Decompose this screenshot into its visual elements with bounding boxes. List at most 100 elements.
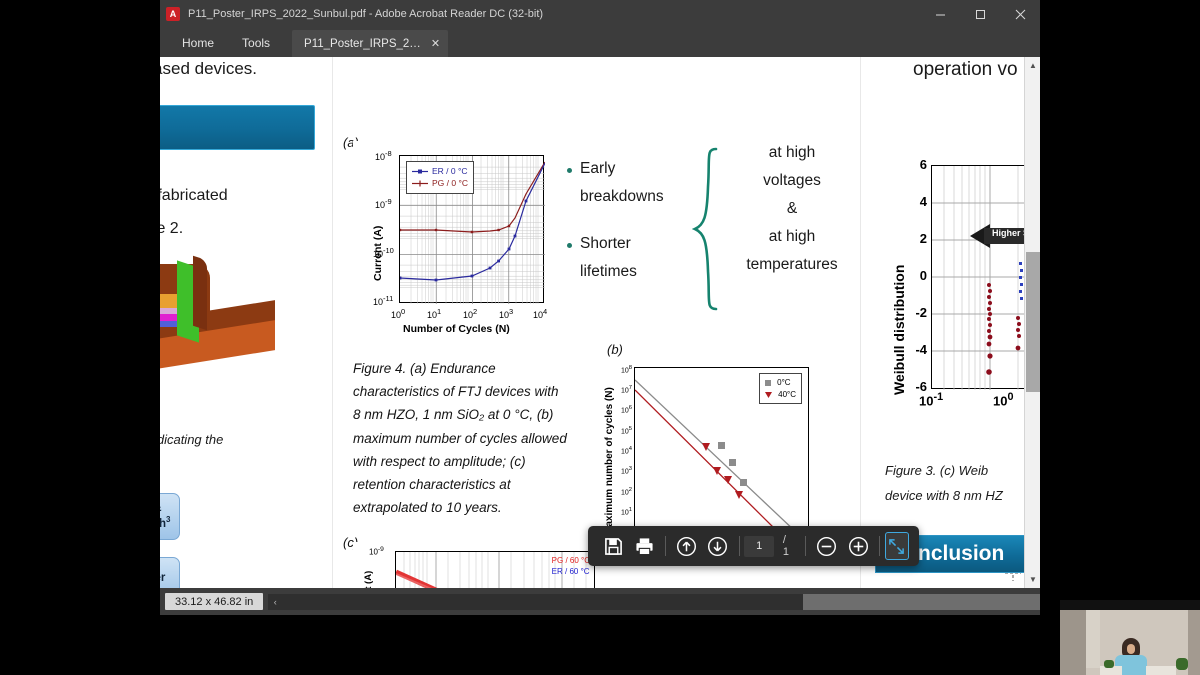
pdf-page: D)-based devices. ) are fabricated Figur… — [160, 57, 1024, 588]
figure4b-points-0c — [718, 442, 747, 486]
acrobat-window: A P11_Poster_IRPS_2022_Sunbul.pdf - Adob… — [160, 0, 1040, 615]
horizontal-scrollbar[interactable]: ‹ — [268, 593, 1040, 610]
callout-bullet-2-line2: lifetimes — [580, 263, 637, 280]
left-text-line-3: Figure 2. — [160, 220, 184, 237]
callout-bullet-1-line2: breakdowns — [580, 188, 664, 205]
hscroll-left-icon[interactable]: ‹ — [268, 594, 282, 610]
figure4c-legend-er: ER / 60 °C — [551, 567, 590, 577]
webcam-bg-left — [1060, 610, 1086, 675]
figure4a-plot-area: ER / 0 °C PG / 0 °C — [399, 155, 545, 304]
toolbar-separator-1 — [665, 536, 667, 556]
minimize-button[interactable] — [920, 0, 960, 28]
toolbar-separator-4 — [878, 536, 880, 556]
zoom-in-icon[interactable] — [842, 531, 873, 561]
toolbar-separator-2 — [738, 536, 740, 556]
right-heading-partial: operation vo — [913, 59, 1018, 80]
callout-right-2: voltages — [763, 172, 821, 189]
figure3-caption-line-1: Figure 3. (c) Weib — [885, 463, 989, 478]
figure4b-plot-area: 0°C 40°C — [634, 367, 809, 533]
pdf-floating-toolbar: 1 / 1 — [588, 526, 919, 566]
bullet-icon-1 — [567, 168, 572, 173]
column-divider-right — [860, 57, 861, 588]
figure4a-legend-pg: PG / 0 °C — [432, 178, 468, 189]
webcam-bg-panel — [1086, 610, 1100, 668]
left-text-line-2: ) are fabricated — [160, 187, 228, 204]
window-controls — [920, 0, 1040, 28]
gate-side — [193, 255, 207, 331]
webcam-overlay[interactable] — [1060, 600, 1200, 675]
figure4-caption: Figure 4. (a) Endurance characteristics … — [353, 361, 567, 516]
poster-left-column: D)-based devices. ) are fabricated Figur… — [160, 57, 340, 588]
document-tab[interactable]: P11_Poster_IRPS_2… ✕ — [292, 30, 449, 57]
webcam-plant-left — [1104, 660, 1114, 668]
process-flow-diagram: neal & er Etch3 Spacer & Gate Etch — [160, 493, 180, 588]
figure3c-plot-area: Higher S — [931, 165, 1024, 390]
figure4b-legend-40c: 40°C — [778, 389, 796, 399]
figure4b-panel-label: (b) — [607, 342, 623, 357]
figure4b-legend-0c: 0°C — [777, 378, 791, 387]
presenter-face — [1127, 644, 1135, 654]
figure4c-plot-area: PG / 60 °C ER / 60 °C 10 years — [395, 551, 595, 588]
callout-right-5: temperatures — [746, 256, 838, 273]
left-text-line-1: D)-based devices. — [160, 59, 258, 78]
figure4a-legend: ER / 0 °C PG / 0 °C — [406, 161, 474, 194]
tab-bar: Home Tools P11_Poster_IRPS_2… ✕ — [160, 28, 1040, 57]
page-dimensions-label: 33.12 x 46.82 in — [165, 593, 264, 610]
figure4a-chart: Current (A) 10-8 10-9 10-10 10-11 ER / 0… — [353, 141, 558, 346]
callout-bullet-1-line1: Early — [580, 160, 616, 177]
figure4a-legend-er: ER / 0 °C — [432, 166, 468, 176]
section-header-bar — [160, 105, 315, 150]
flow-step-1[interactable]: neal & er Etch3 — [160, 493, 180, 540]
fit-page-icon[interactable] — [884, 532, 910, 560]
curly-brace-icon — [692, 147, 718, 311]
horizontal-scroll-thumb[interactable] — [803, 593, 1040, 610]
figure4b-fit-40c — [635, 389, 780, 533]
save-icon[interactable] — [598, 531, 629, 561]
figure3-caption-line-2: device with 8 nm HZ — [885, 488, 1003, 503]
print-icon[interactable] — [629, 531, 660, 561]
callout-block: Early breakdowns Shorter lifetimes at hi… — [567, 144, 847, 327]
window-title: P11_Poster_IRPS_2022_Sunbul.pdf - Adobe … — [188, 8, 544, 20]
scroll-down-icon[interactable]: ▼ — [1025, 571, 1040, 588]
page-number-input[interactable]: 1 — [744, 535, 774, 557]
device-structure-illustration: ly-Si TiN HZO SiO2 strate — [160, 252, 295, 374]
figure4a-xlabel: Number of Cycles (N) — [403, 323, 510, 335]
flow-step-1-line1: neal & — [160, 502, 162, 514]
flow-step-1-sup: 3 — [166, 515, 171, 525]
callout-right-4: at high — [768, 228, 816, 245]
scroll-up-icon[interactable]: ▲ — [1025, 57, 1040, 74]
close-button[interactable] — [1000, 0, 1040, 28]
figure4b-legend: 0°C 40°C — [759, 373, 802, 405]
bullet-icon-2 — [567, 243, 572, 248]
maximize-button[interactable] — [960, 0, 1000, 28]
arrow-down-icon[interactable] — [702, 531, 733, 561]
toolbar-separator-3 — [805, 536, 807, 556]
vertical-scroll-thumb[interactable] — [1026, 252, 1040, 392]
menu-home[interactable]: Home — [168, 28, 228, 57]
vertical-scrollbar[interactable]: ▲ ▼ — [1024, 57, 1040, 588]
pdf-viewport[interactable]: D)-based devices. ) are fabricated Figur… — [160, 57, 1040, 588]
menu-tools[interactable]: Tools — [228, 28, 284, 57]
pdf-icon: A — [166, 7, 180, 21]
webcam-desk-right — [1146, 666, 1176, 675]
left-caption-line-1: ices indicating the — [160, 432, 224, 447]
close-icon[interactable]: ✕ — [431, 37, 440, 50]
callout-bullet-2-line1: Shorter — [580, 235, 631, 252]
desktop-background: A P11_Poster_IRPS_2022_Sunbul.pdf - Adob… — [0, 0, 1200, 675]
flow-step-2-line1: Spacer — [160, 571, 166, 584]
webcam-plant-right — [1176, 658, 1188, 670]
zoom-out-icon[interactable] — [811, 531, 842, 561]
callout-right-1: at high — [768, 144, 816, 161]
figure3c-annotation-label: Higher S — [992, 228, 1024, 238]
flow-step-2[interactable]: Spacer — [160, 556, 180, 588]
figure4c-chart: hing current (A) 10-9 10-10 — [353, 542, 598, 588]
window-titlebar: A P11_Poster_IRPS_2022_Sunbul.pdf - Adob… — [160, 0, 1040, 28]
column-divider-left — [332, 57, 333, 588]
document-tab-label: P11_Poster_IRPS_2… — [304, 37, 421, 50]
figure4c-legend-pg: PG / 60 °C — [551, 556, 590, 565]
arrow-up-icon[interactable] — [671, 531, 702, 561]
figure4c-ylabel: hing current (A) — [363, 571, 374, 588]
callout-right-3: & — [786, 200, 798, 217]
figure3c-chart: Weibull distribution 6 4 2 0 -2 -4 -6 Hi… — [875, 117, 1024, 417]
status-bar: 33.12 x 46.82 in ‹ — [160, 588, 1040, 615]
